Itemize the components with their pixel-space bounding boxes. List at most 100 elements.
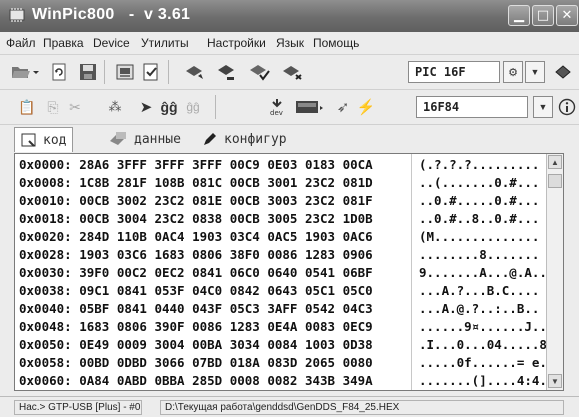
tab-code-label: код bbox=[43, 132, 67, 148]
verify-chip-icon bbox=[250, 65, 270, 81]
close-button[interactable]: ✕ bbox=[556, 5, 578, 26]
hex-row-words: 0x0058: 00BD 0DBD 3066 07BD 018A 083D 20… bbox=[19, 355, 373, 370]
dev-config-button[interactable]: dev bbox=[266, 96, 288, 118]
tab-data[interactable]: данные bbox=[102, 127, 187, 151]
hex-row-ascii: ..0.#.....0.#... bbox=[419, 193, 540, 208]
copy-icon: ⎘ bbox=[47, 98, 59, 115]
erase-chip-button[interactable] bbox=[279, 61, 305, 83]
device-info-button[interactable] bbox=[556, 96, 578, 118]
erase-chip-icon bbox=[283, 66, 302, 80]
window-title: WinPic800 - v 3.61 bbox=[32, 6, 191, 23]
settings-hardware-button[interactable]: ⚡ bbox=[355, 96, 377, 118]
config-icon: ⚙ bbox=[508, 66, 518, 79]
screen-icon bbox=[116, 64, 134, 80]
title-bar[interactable]: WinPic800 - v 3.61 ▁ □ ✕ bbox=[0, 0, 579, 32]
verify-button[interactable] bbox=[140, 61, 162, 83]
hex-editor[interactable]: 0x0000: 28A6 3FFF 3FFF 3FFF 00C9 0E03 01… bbox=[14, 153, 564, 391]
hex-row[interactable]: 0x0050: 0E49 0009 3004 00BA 3034 0084 10… bbox=[19, 337, 547, 355]
toolbar-separator bbox=[168, 60, 169, 84]
reload-button[interactable] bbox=[48, 61, 70, 83]
scroll-up-button[interactable]: ▲ bbox=[548, 155, 562, 169]
edit-special-button[interactable]: ⁂ bbox=[104, 96, 126, 118]
vertical-scrollbar[interactable]: ▲ ▼ bbox=[546, 154, 563, 390]
scroll-thumb[interactable] bbox=[548, 174, 562, 188]
file-path-status: D:\Текущая работа\genddsd\GenDDS_F84_25.… bbox=[160, 400, 564, 415]
data-icon bbox=[110, 132, 126, 145]
find-button[interactable]: ĝĝ bbox=[158, 96, 180, 118]
hex-row[interactable]: 0x0048: 1683 0806 390F 0086 1283 0E4A 00… bbox=[19, 319, 562, 337]
hex-row-ascii: 9.......A...@.A.. bbox=[419, 265, 547, 280]
save-button[interactable] bbox=[77, 61, 99, 83]
device-dropdown-button[interactable]: ▼ bbox=[533, 96, 553, 118]
menu-help[interactable]: Помощь bbox=[313, 36, 359, 50]
info-icon bbox=[558, 98, 576, 116]
family-select[interactable]: PIC 16F bbox=[408, 61, 500, 83]
maximize-button[interactable]: □ bbox=[532, 5, 554, 26]
device-select[interactable]: 16F84 bbox=[416, 96, 528, 118]
hex-row-ascii: ..0.#..8..0.#... bbox=[419, 211, 540, 226]
hex-row-words: 0x0020: 284D 110B 0AC4 1903 03C4 0AC5 19… bbox=[19, 229, 373, 244]
hex-row[interactable]: 0x0000: 28A6 3FFF 3FFF 3FFF 00C9 0E03 01… bbox=[19, 157, 539, 175]
hex-row-words: 0x0008: 1C8B 281F 108B 081C 00CB 3001 23… bbox=[19, 175, 373, 190]
hex-row[interactable]: 0x0060: 0A84 0ABD 0BBA 285D 0008 0082 34… bbox=[19, 373, 547, 390]
paste-button[interactable]: 📋 bbox=[16, 96, 38, 118]
hex-row[interactable]: 0x0018: 00CB 3004 23C2 0838 00CB 3005 23… bbox=[19, 211, 539, 229]
tab-code[interactable]: код bbox=[14, 127, 74, 152]
menu-device[interactable]: Device bbox=[93, 36, 130, 50]
menu-language[interactable]: Язык bbox=[276, 36, 304, 50]
tab-config[interactable]: конфигур bbox=[196, 127, 293, 151]
menu-file[interactable]: Файл bbox=[6, 36, 36, 50]
menu-utilities[interactable]: Утилиты bbox=[141, 36, 189, 50]
test-hardware-button[interactable]: ➶ bbox=[332, 96, 354, 118]
hex-row-words: 0x0010: 00CB 3002 23C2 081E 00CB 3003 23… bbox=[19, 193, 373, 208]
hex-row[interactable]: 0x0008: 1C8B 281F 108B 081C 00CB 3001 23… bbox=[19, 175, 539, 193]
hex-row[interactable]: 0x0030: 39F0 00C2 0EC2 0841 06C0 0640 05… bbox=[19, 265, 547, 283]
hex-row-ascii: .I...0...04.....8 bbox=[419, 337, 547, 352]
chevron-down-icon: ▼ bbox=[538, 102, 548, 112]
scroll-down-button[interactable]: ▼ bbox=[548, 374, 562, 388]
write-chip-button[interactable] bbox=[214, 61, 240, 83]
scissors-icon: ✂ bbox=[69, 98, 81, 115]
hex-row[interactable]: 0x0028: 1903 03C6 1683 0806 38F0 0086 12… bbox=[19, 247, 539, 265]
hex-row[interactable]: 0x0038: 09C1 0841 053F 04C0 0842 0643 05… bbox=[19, 283, 539, 301]
select-button[interactable]: ➤ bbox=[135, 96, 157, 118]
status-bar: Нас.> GTP-USB [Plus] - #0 D:\Текущая раб… bbox=[0, 396, 579, 417]
memory-tabs: код данные конфигур bbox=[0, 125, 579, 153]
detect-button[interactable] bbox=[552, 61, 574, 83]
hex-row-ascii: .......(]....4:4. bbox=[419, 373, 547, 388]
floppy-disk-icon bbox=[80, 64, 96, 80]
binoculars-next-icon: ĝĝ bbox=[186, 100, 200, 114]
cut-button[interactable]: ✂ bbox=[64, 96, 86, 118]
toolbar-separator bbox=[104, 60, 105, 84]
tab-data-label: данные bbox=[134, 131, 181, 147]
menu-settings[interactable]: Настройки bbox=[207, 36, 266, 50]
checklist-icon bbox=[143, 63, 158, 81]
detect-chip-icon bbox=[555, 65, 571, 79]
arrow-down-icon: ▼ bbox=[551, 376, 559, 386]
app-chip-icon bbox=[8, 6, 26, 24]
paste-icon: 📋 bbox=[18, 98, 36, 115]
hex-row-ascii: ...A.@.?..:..B.. bbox=[419, 301, 540, 316]
read-chip-button[interactable] bbox=[182, 61, 208, 83]
family-dropdown-button[interactable]: ▼ bbox=[525, 61, 545, 83]
edit-icon: ⁂ bbox=[108, 99, 122, 114]
reload-page-icon bbox=[52, 63, 66, 81]
menu-edit[interactable]: Правка bbox=[43, 36, 84, 50]
hex-row[interactable]: 0x0020: 284D 110B 0AC4 1903 03C4 0AC5 19… bbox=[19, 229, 539, 247]
hex-row[interactable]: 0x0040: 05BF 0841 0440 043F 05C3 3AFF 05… bbox=[19, 301, 539, 319]
hex-row-words: 0x0048: 1683 0806 390F 0086 1283 0E4A 00… bbox=[19, 319, 373, 334]
binoculars-icon: ĝĝ bbox=[160, 99, 178, 115]
verify-chip-button[interactable] bbox=[247, 61, 273, 83]
ascii-divider bbox=[411, 154, 412, 390]
find-next-button[interactable]: ĝĝ bbox=[182, 96, 204, 118]
hex-view-button[interactable] bbox=[114, 61, 136, 83]
hex-row[interactable]: 0x0010: 00CB 3002 23C2 081E 00CB 3003 23… bbox=[19, 193, 539, 211]
hex-row-ascii: ........8....... bbox=[419, 247, 540, 262]
hex-row-ascii: .....0f......= e.. bbox=[419, 355, 555, 370]
open-file-button[interactable] bbox=[10, 61, 40, 83]
minimize-button[interactable]: ▁ bbox=[508, 5, 530, 26]
copy-button[interactable]: ⎘ bbox=[42, 96, 64, 118]
family-config-button[interactable]: ⚙ bbox=[503, 61, 523, 83]
hex-row[interactable]: 0x0058: 00BD 0DBD 3066 07BD 018A 083D 20… bbox=[19, 355, 554, 373]
hardware-button[interactable] bbox=[294, 96, 326, 118]
